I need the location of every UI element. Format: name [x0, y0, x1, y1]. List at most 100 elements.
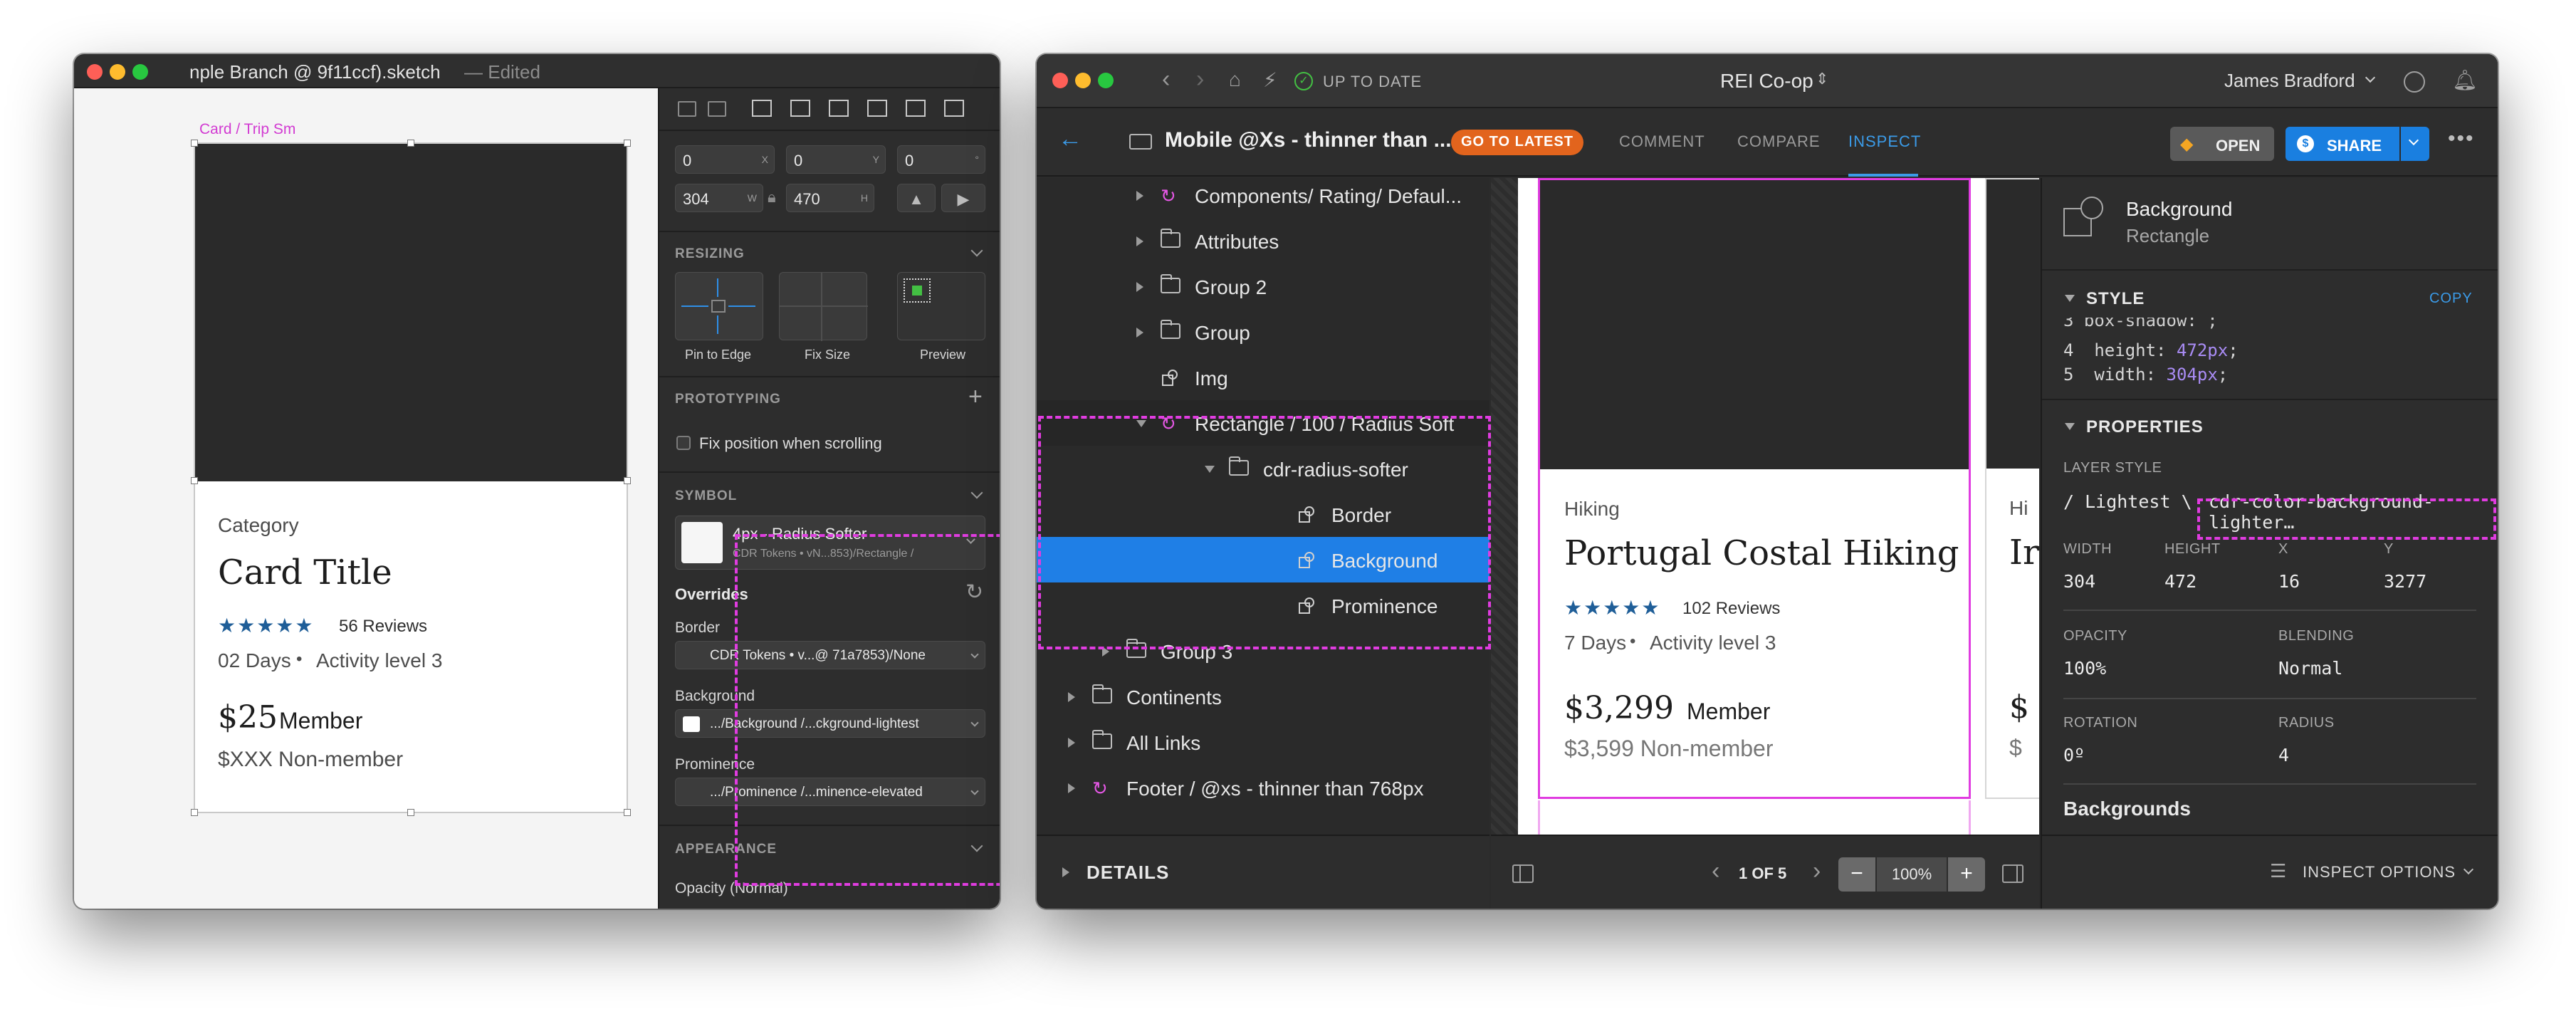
style-section-label[interactable]: STYLE — [2086, 289, 2145, 309]
share-button[interactable]: $ SHARE — [2286, 127, 2399, 161]
expand-arrow-icon[interactable] — [1068, 692, 1075, 702]
zoom-window-button[interactable] — [132, 64, 148, 80]
layer-row[interactable]: Img — [1037, 355, 1489, 400]
width-value[interactable]: 304 — [2063, 571, 2095, 592]
home-icon[interactable]: ⌂ — [1229, 68, 1241, 91]
tab-compare[interactable]: COMPARE — [1737, 132, 1821, 151]
expand-arrow-icon[interactable] — [1068, 738, 1075, 748]
expand-arrow-icon[interactable] — [1136, 328, 1143, 338]
next-page-icon[interactable]: › — [1813, 857, 1821, 885]
layer-row[interactable]: Continents — [1037, 674, 1489, 719]
more-options-icon[interactable]: ••• — [2448, 127, 2475, 151]
close-window-button[interactable] — [87, 64, 103, 80]
x-field[interactable]: 0X — [675, 145, 775, 174]
layer-row[interactable]: Group 2 — [1037, 263, 1489, 309]
toggle-right-panel-icon[interactable] — [2002, 864, 2023, 883]
card-artboard[interactable]: Category Card Title ★★★★★ 56 Reviews 02 … — [194, 142, 628, 813]
resize-handle[interactable] — [407, 140, 414, 147]
radius-value[interactable]: 4 — [2278, 745, 2289, 765]
x-value[interactable]: 16 — [2278, 571, 2300, 592]
distribute-vertical-icon[interactable] — [708, 101, 726, 117]
inspect-options-bar[interactable]: ☰ INSPECT OPTIONS — [2042, 835, 2498, 909]
align-center-icon[interactable] — [790, 100, 810, 117]
sketch-canvas[interactable]: Card / Trip Sm Category Card Title ★★★★★… — [74, 88, 658, 909]
notifications-bell-icon[interactable]: 🔔︎ — [2452, 68, 2478, 92]
resize-handle[interactable] — [407, 809, 414, 816]
selected-card[interactable]: Hiking Portugal Costal Hiking ★★★★★ 102 … — [1538, 178, 1971, 799]
flip-vertical-button[interactable]: ▶ — [941, 184, 985, 212]
back-nav-icon[interactable]: ‹ — [1162, 66, 1170, 93]
zoom-window-button[interactable] — [1098, 73, 1114, 88]
align-right-icon[interactable] — [829, 100, 849, 117]
project-switcher[interactable]: REI Co-op — [1720, 70, 1813, 93]
layer-row[interactable]: ↻ Footer / @xs - thinner than 768px — [1037, 765, 1489, 810]
add-prototype-icon[interactable]: + — [968, 383, 983, 411]
card-image[interactable] — [195, 144, 627, 481]
height-field[interactable]: 470 H — [786, 184, 874, 212]
details-bar[interactable]: DETAILS — [1037, 835, 1489, 909]
forward-nav-icon[interactable]: › — [1196, 66, 1204, 93]
layer-row[interactable]: ↻ Components/ Rating/ Defaul... — [1037, 178, 1489, 218]
height-value[interactable]: 472 — [2164, 571, 2197, 592]
chevron-down-icon[interactable] — [2365, 72, 2376, 83]
fix-position-checkbox[interactable] — [676, 436, 691, 450]
align-top-icon[interactable] — [867, 100, 887, 117]
resize-handle[interactable] — [191, 477, 198, 484]
align-bottom-icon[interactable] — [944, 100, 964, 117]
open-in-sketch-button[interactable]: ◆ OPEN — [2170, 127, 2274, 161]
properties-section-label[interactable]: PROPERTIES — [2086, 417, 2204, 437]
layer-row[interactable]: All Links — [1037, 719, 1489, 765]
go-to-latest-button[interactable]: GO TO LATEST — [1451, 130, 1583, 155]
minimize-window-button[interactable] — [110, 64, 125, 80]
resize-handle[interactable] — [191, 809, 198, 816]
copy-style-button[interactable]: COPY — [2429, 291, 2473, 307]
chevron-down-icon[interactable] — [970, 244, 983, 257]
chevron-down-icon[interactable] — [970, 486, 983, 499]
preview-canvas[interactable]: Hiking Portugal Costal Hiking ★★★★★ 102 … — [1491, 178, 2039, 835]
resize-handle[interactable] — [624, 809, 631, 816]
resize-handle[interactable] — [624, 477, 631, 484]
width-field[interactable]: 304 W — [675, 184, 763, 212]
zoom-in-button[interactable]: + — [1948, 857, 1985, 892]
tab-inspect[interactable]: INSPECT — [1848, 132, 1921, 151]
tab-comment[interactable]: COMMENT — [1619, 132, 1705, 151]
opacity-value[interactable]: 100% — [2063, 658, 2106, 679]
back-arrow-icon[interactable]: ← — [1058, 125, 1082, 153]
symbol-icon: ↻ — [1092, 778, 1108, 799]
card-nonmember-price: $XXX Non-member — [218, 748, 404, 771]
toggle-left-panel-icon[interactable] — [1512, 864, 1534, 883]
expand-arrow-icon[interactable] — [1068, 783, 1075, 793]
y-field[interactable]: 0Y — [786, 145, 886, 174]
expand-arrow-icon[interactable] — [1136, 282, 1143, 292]
user-menu[interactable]: James Bradford — [2224, 70, 2355, 92]
layer-row[interactable]: Group — [1037, 309, 1489, 355]
align-left-icon[interactable] — [752, 100, 772, 117]
rotation-value[interactable]: 0º — [2063, 745, 2085, 765]
blending-value[interactable]: Normal — [2278, 658, 2342, 679]
project-chevron-icon[interactable]: ⇕ — [1816, 70, 1828, 88]
pin-to-edge-button[interactable] — [675, 272, 763, 340]
lightning-icon[interactable]: ⚡︎ — [1263, 68, 1277, 92]
fix-size-button[interactable] — [779, 272, 868, 341]
zoom-level[interactable]: 100% — [1877, 857, 1947, 892]
prev-page-icon[interactable]: ‹ — [1712, 857, 1719, 885]
minimize-window-button[interactable] — [1075, 73, 1091, 88]
card-price-member: Member — [1687, 699, 1771, 724]
share-dropdown-button[interactable] — [2401, 127, 2429, 161]
align-middle-icon[interactable] — [906, 100, 926, 117]
layer-row[interactable]: Attributes — [1037, 218, 1489, 263]
artboard-label[interactable]: Card / Trip Sm — [199, 121, 295, 138]
close-window-button[interactable] — [1052, 73, 1068, 88]
help-icon[interactable] — [2404, 71, 2425, 93]
expand-arrow-icon[interactable] — [1136, 191, 1143, 201]
y-value[interactable]: 3277 — [2384, 571, 2426, 592]
zoom-out-button[interactable]: − — [1838, 857, 1875, 892]
expand-arrow-icon[interactable] — [1136, 236, 1143, 246]
resize-handle[interactable] — [191, 140, 198, 147]
flip-horizontal-button[interactable]: ▲ — [897, 184, 936, 212]
lock-ratio-icon[interactable]: 🔒︎ — [768, 188, 776, 207]
resize-handle[interactable] — [624, 140, 631, 147]
rotation-field[interactable]: 0 ° — [897, 145, 985, 174]
next-card[interactable]: Hi Ir $ $ — [1985, 178, 2039, 799]
distribute-horizontal-icon[interactable] — [678, 101, 696, 117]
